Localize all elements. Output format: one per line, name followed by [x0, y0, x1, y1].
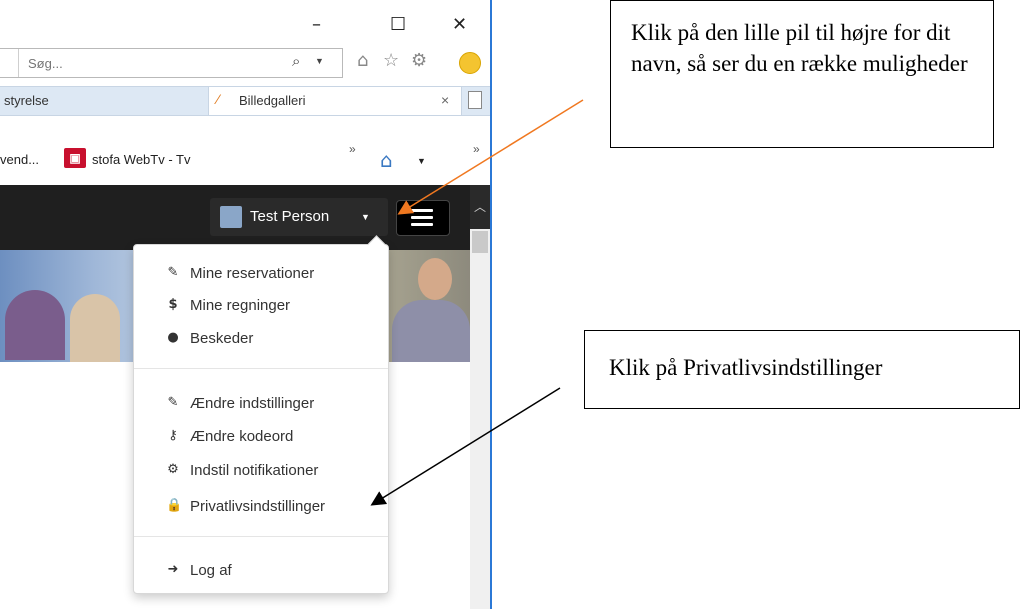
arrow-to-user-caret [397, 99, 584, 215]
annotation-arrows [370, 99, 584, 506]
arrow-to-privatliv [370, 387, 561, 506]
